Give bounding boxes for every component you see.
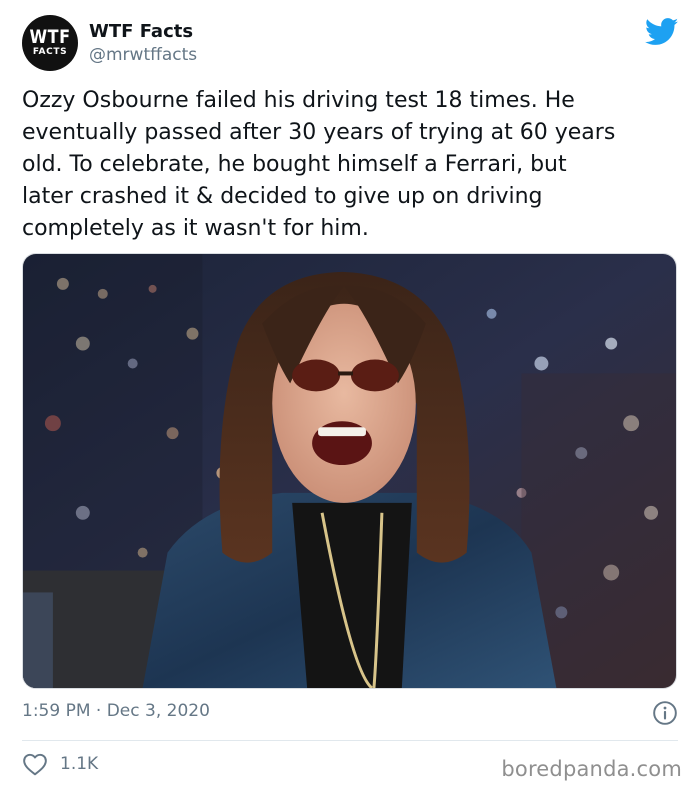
tweet-photo[interactable]: [22, 253, 677, 689]
tweet-timestamp[interactable]: 1:59 PM · Dec 3, 2020: [22, 701, 210, 721]
photo-illustration: [23, 254, 676, 688]
author-display-name[interactable]: WTF Facts: [89, 21, 193, 42]
watermark: boredpanda.com: [501, 757, 682, 781]
tweet-card: WTF FACTS WTF Facts @mrwtffacts Ozzy Osb…: [0, 0, 700, 792]
heart-icon: [23, 753, 47, 776]
twitter-bird-icon[interactable]: [645, 18, 679, 46]
tweet-text: Ozzy Osbourne failed his driving test 18…: [22, 88, 616, 241]
avatar-logo-text-bottom: FACTS: [32, 47, 68, 57]
avatar-logo-text-top: WTF: [29, 25, 71, 48]
divider: [22, 740, 678, 741]
author-handle[interactable]: @mrwtffacts: [89, 45, 197, 65]
like-count: 1.1K: [60, 754, 99, 774]
avatar[interactable]: WTF FACTS: [22, 15, 78, 71]
like-button[interactable]: 1.1K: [22, 751, 98, 777]
info-icon[interactable]: [652, 700, 678, 726]
